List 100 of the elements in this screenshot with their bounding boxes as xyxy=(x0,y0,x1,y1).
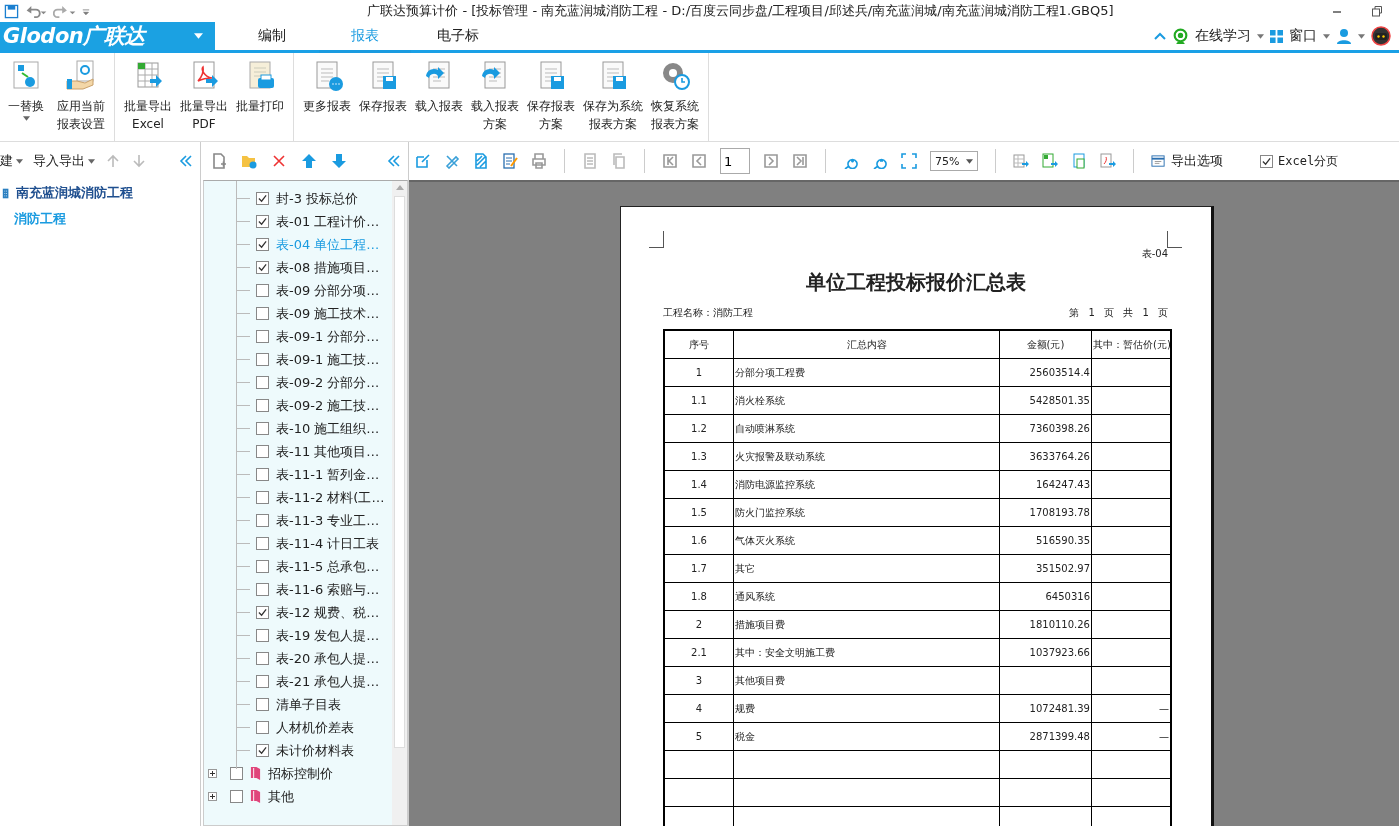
robot-icon[interactable] xyxy=(1371,26,1391,46)
ribbon-button[interactable]: 保存报表 xyxy=(356,59,410,141)
ribbon-button[interactable]: 更多报表 xyxy=(300,59,354,141)
checkbox[interactable] xyxy=(256,215,269,228)
ribbon-button[interactable]: 一替换 xyxy=(0,59,52,141)
ribbon-button[interactable]: 保存为系统 报表方案 xyxy=(580,59,646,141)
report-item[interactable]: 清单子目表 xyxy=(276,695,341,714)
last-page-icon[interactable] xyxy=(792,153,808,169)
report-group[interactable]: 招标控制价 xyxy=(268,764,333,783)
checkbox[interactable] xyxy=(256,721,269,734)
report-item[interactable]: 表-11-3 专业工… xyxy=(276,511,380,530)
checkbox[interactable] xyxy=(256,399,269,412)
caret-icon[interactable] xyxy=(1323,33,1330,39)
checkbox[interactable] xyxy=(256,330,269,343)
report-item[interactable]: 表-11-6 索赔与… xyxy=(276,580,380,599)
export-copy-icon[interactable] xyxy=(1071,153,1087,169)
report-item[interactable]: 表-01 工程计价… xyxy=(276,212,380,231)
report-item[interactable]: 表-09-2 施工技… xyxy=(276,396,380,415)
print-icon[interactable] xyxy=(531,153,547,169)
scroll-up-icon[interactable] xyxy=(395,185,404,190)
move-down-icon[interactable] xyxy=(331,153,347,169)
report-item[interactable]: 表-09-1 分部分… xyxy=(276,327,380,346)
zoom-select[interactable]: 75% xyxy=(930,151,978,171)
expand-icon[interactable] xyxy=(208,792,217,801)
report-item[interactable]: 未计价材料表 xyxy=(276,741,354,760)
checkbox[interactable] xyxy=(256,284,269,297)
delete-icon[interactable] xyxy=(271,153,287,169)
user-icon[interactable] xyxy=(1336,28,1352,44)
move-down-icon[interactable] xyxy=(131,153,147,169)
previous-page-icon[interactable] xyxy=(691,153,707,169)
report-item[interactable]: 表-10 施工组织… xyxy=(276,419,380,438)
report-item[interactable]: 表-09 施工技术… xyxy=(276,304,380,323)
checkbox[interactable] xyxy=(256,606,269,619)
checkbox[interactable] xyxy=(256,698,269,711)
headset-icon[interactable] xyxy=(1172,27,1189,45)
checkbox[interactable] xyxy=(256,238,269,251)
toolbar-dropdown[interactable]: 建 xyxy=(0,152,23,170)
new-document-icon[interactable] xyxy=(211,153,227,169)
checkbox[interactable] xyxy=(256,537,269,550)
report-item[interactable]: 人材机价差表 xyxy=(276,718,354,737)
ribbon-button[interactable]: 批量导出 Excel xyxy=(121,59,175,141)
scrollbar[interactable] xyxy=(392,181,407,825)
checkbox[interactable] xyxy=(256,491,269,504)
fit-page-icon[interactable] xyxy=(901,153,917,169)
ribbon-button[interactable]: 批量导出 PDF xyxy=(177,59,231,141)
edit-document-icon[interactable] xyxy=(502,153,518,169)
checkbox[interactable] xyxy=(256,353,269,366)
report-item[interactable]: 表-09-1 施工技… xyxy=(276,350,380,369)
save-icon[interactable] xyxy=(4,3,19,19)
report-item[interactable]: 表-11-5 总承包… xyxy=(276,557,380,576)
ribbon-tab[interactable]: 编制 xyxy=(225,22,319,53)
new-folder-icon[interactable] xyxy=(241,153,257,169)
export-table-icon[interactable] xyxy=(1013,153,1029,169)
report-item[interactable]: 表-08 措施项目… xyxy=(276,258,380,277)
tree-item[interactable]: 南充蓝润城消防工程 xyxy=(16,184,133,202)
checkbox[interactable] xyxy=(256,261,269,274)
ribbon-button[interactable]: 载入报表 方案 xyxy=(468,59,522,141)
checkbox[interactable] xyxy=(256,422,269,435)
edit-icon[interactable] xyxy=(415,153,431,169)
export-grid-icon[interactable] xyxy=(1042,153,1058,169)
grid-icon[interactable] xyxy=(1270,29,1283,43)
report-item[interactable]: 表-12 规费、税… xyxy=(276,603,380,622)
expand-icon[interactable] xyxy=(208,769,217,778)
checkbox[interactable] xyxy=(256,445,269,458)
caret-icon[interactable] xyxy=(1358,33,1365,39)
checkbox[interactable] xyxy=(256,652,269,665)
checkbox[interactable] xyxy=(256,514,269,527)
checkbox[interactable] xyxy=(256,307,269,320)
checkbox[interactable] xyxy=(256,744,269,757)
pencil-icon[interactable] xyxy=(444,153,460,169)
report-item[interactable]: 表-21 承包人提… xyxy=(276,672,380,691)
hatched-page-icon[interactable] xyxy=(473,153,489,169)
checkbox[interactable] xyxy=(256,583,269,596)
export-pdf-icon[interactable] xyxy=(1100,153,1116,169)
report-item[interactable]: 表-09-2 分部分… xyxy=(276,373,380,392)
checkbox[interactable] xyxy=(230,767,243,780)
report-item[interactable]: 表-20 承包人提… xyxy=(276,649,380,668)
ribbon-button[interactable]: 应用当前 报表设置 xyxy=(54,59,108,141)
checkbox[interactable] xyxy=(256,192,269,205)
ribbon-button[interactable]: 载入报表 xyxy=(412,59,466,141)
checkbox[interactable] xyxy=(230,790,243,803)
window-menu[interactable]: 窗口 xyxy=(1289,27,1317,45)
online-learning-menu[interactable]: 在线学习 xyxy=(1195,27,1251,45)
checkbox[interactable] xyxy=(1260,154,1273,168)
collapse-panel-icon[interactable] xyxy=(178,153,194,169)
report-item[interactable]: 表-11-1 暂列金… xyxy=(276,465,380,484)
ribbon-button[interactable]: 恢复系统 报表方案 xyxy=(648,59,702,141)
caret-icon[interactable] xyxy=(1257,33,1264,39)
collapse-ribbon-icon[interactable] xyxy=(1154,32,1166,40)
report-item[interactable]: 表-11-4 计日工表 xyxy=(276,534,380,553)
move-up-icon[interactable] xyxy=(301,153,317,169)
ribbon-tab[interactable]: 电子标 xyxy=(411,22,505,53)
report-item[interactable]: 表-19 发包人提… xyxy=(276,626,380,645)
checkbox[interactable] xyxy=(256,376,269,389)
checkbox[interactable] xyxy=(256,560,269,573)
toolbar-dropdown[interactable]: 导入导出 xyxy=(33,152,95,170)
checkbox[interactable] xyxy=(256,629,269,642)
first-page-icon[interactable] xyxy=(662,153,678,169)
redo-icon[interactable] xyxy=(53,3,77,19)
move-up-icon[interactable] xyxy=(105,153,121,169)
